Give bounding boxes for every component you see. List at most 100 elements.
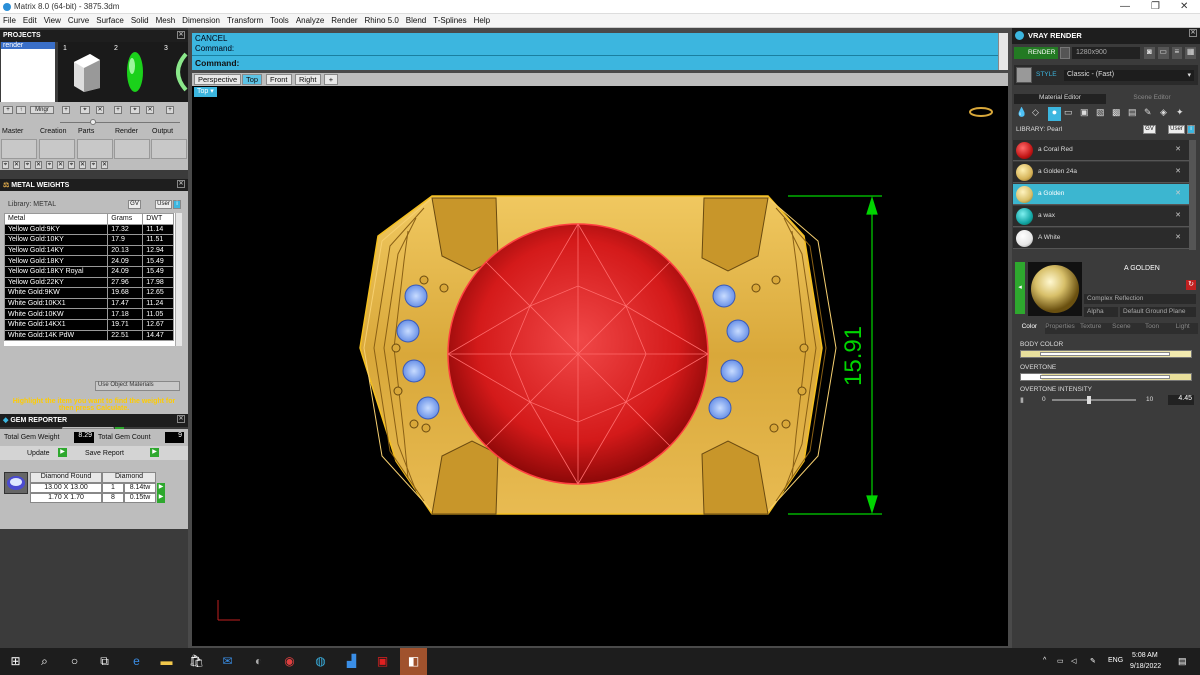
delete-icon[interactable]: ✕ [96,106,104,114]
menu-curve[interactable]: Curve [68,16,89,25]
close-icon[interactable]: ✕ [1175,167,1181,175]
image-icon[interactable]: ▤ [1128,107,1141,121]
add-thumb-icon[interactable]: + [166,106,174,114]
delete-icon[interactable]: ✕ [57,161,64,169]
tab-render[interactable]: Render [115,128,138,135]
tab-right[interactable]: Right [295,74,321,85]
splitter[interactable] [0,118,188,128]
tray-chevron-icon[interactable]: ^ [1043,657,1046,664]
drop-icon[interactable]: 💧 [1016,107,1029,121]
add-project-icon[interactable]: + [3,106,13,114]
table-row[interactable]: White Gold:9KW 19.68 12.65 [4,287,174,299]
close-icon[interactable]: ✕ [177,415,185,423]
play-icon[interactable]: ▶ [58,448,67,457]
ground-plane-dropdown[interactable]: Default Ground Plane [1120,307,1196,317]
material-item[interactable]: a Coral Red ✕ [1013,140,1189,161]
table-scrollbar[interactable] [175,213,182,346]
render-button[interactable]: RENDER [1014,47,1058,59]
file-explorer-icon[interactable]: ▬ [159,654,174,669]
close-icon[interactable]: ✕ [1189,29,1197,37]
pin-icon[interactable]: ⌖ [80,106,90,114]
material-list-scrollbar[interactable] [1189,140,1196,250]
user-toggle[interactable]: User [1168,125,1185,134]
table-row[interactable]: White Gold:14KX1 19.71 12.67 [4,318,174,331]
flat-icon[interactable]: ▭ [1064,107,1077,121]
menu-file[interactable]: File [3,16,16,25]
gem-count[interactable]: 1 [102,483,124,493]
clock-date[interactable]: 9/18/2022 [1130,663,1161,670]
reflection-dropdown[interactable]: Complex Reflection [1084,294,1196,304]
notification-icon[interactable]: ▤ [1178,656,1187,667]
menu-help[interactable]: Help [474,16,490,25]
start-icon[interactable]: ⊞ [8,654,23,669]
menu-rhino[interactable]: Rhino 5.0 [365,16,399,25]
table-row[interactable]: Yellow Gold:18KY 24.09 15.49 [4,255,174,267]
menu-mesh[interactable]: Mesh [156,16,176,25]
clock-time[interactable]: 5:08 AM [1132,652,1158,659]
table-row[interactable]: White Gold:10KW 17.18 11.05 [4,308,174,320]
delete-icon[interactable]: ✕ [79,161,86,169]
tab-scene-editor[interactable]: Scene Editor [1106,94,1198,104]
bulb-icon[interactable]: ✦ [1176,107,1189,121]
material-item-selected[interactable]: a Golden ✕ [1013,184,1189,205]
project-item[interactable]: render [1,42,55,49]
gv-toggle[interactable]: GV [128,200,141,209]
render-settings-icon[interactable] [1060,47,1070,59]
camera-icon[interactable]: ◙ [1144,47,1155,59]
tab-material-editor[interactable]: Material Editor [1014,94,1106,104]
menu-analyze[interactable]: Analyze [296,16,324,25]
tab-color[interactable]: Color [1014,323,1045,334]
pin-icon[interactable]: ⌖ [2,161,9,169]
minimize-button[interactable]: — [1120,1,1130,12]
delete-icon[interactable]: ✕ [101,161,108,169]
square-icon[interactable]: ▣ [1080,107,1093,121]
menu-tsplines[interactable]: T-Splines [433,16,466,25]
tab-toon[interactable]: Toon [1137,323,1168,334]
menu-render[interactable]: Render [331,16,357,25]
cortana-icon[interactable]: ○ [67,654,82,669]
gem-size[interactable]: 13.00 X 13.00 [30,483,102,493]
close-icon[interactable]: ✕ [1175,189,1181,197]
refresh-icon[interactable]: ↻ [1186,280,1196,290]
delete-icon[interactable]: ✕ [13,161,20,169]
gem-count[interactable]: 8 [102,493,124,503]
command-scrollbar[interactable] [998,33,1008,70]
tab-perspective[interactable]: Perspective [194,74,242,85]
material-item[interactable]: A White ✕ [1013,228,1189,249]
material-item[interactable]: a wax ✕ [1013,206,1189,227]
gv-toggle[interactable]: GV [1143,125,1156,134]
pin-icon[interactable]: ⌖ [90,161,97,169]
menu-dimension[interactable]: Dimension [182,16,220,25]
fill-icon[interactable]: ◈ [1160,107,1173,121]
info-icon[interactable]: i [173,200,181,209]
tab-output[interactable]: Output [152,128,173,135]
menu-transform[interactable]: Transform [227,16,263,25]
close-button[interactable]: ✕ [1180,1,1188,12]
update-button[interactable]: Update [27,450,50,457]
table-row[interactable]: Yellow Gold:9KY 17.32 11.14 [4,223,174,236]
restore-button[interactable]: ❐ [1151,1,1160,12]
table-row[interactable]: Yellow Gold:22KY 27.96 17.98 [4,276,174,289]
gem-weight[interactable]: 0.15tw [124,493,156,503]
pin-icon[interactable]: ⌖ [68,161,75,169]
store-icon[interactable]: 🛍 [189,654,204,669]
close-icon[interactable]: ✕ [1175,145,1181,153]
language-indicator[interactable]: ENG [1108,657,1123,664]
search-icon[interactable]: ⌕ [37,654,52,669]
tab-scene[interactable]: Scene [1106,323,1137,334]
project-thumb-box[interactable] [70,50,104,94]
viewport[interactable]: Top ▾ 15.91 [192,86,1008,646]
ring-model[interactable] [192,86,1008,646]
close-icon[interactable]: ✕ [177,180,185,188]
edge-icon[interactable]: e [129,654,144,669]
menu-solid[interactable]: Solid [131,16,149,25]
play-icon[interactable]: ▶ [150,448,159,457]
play-icon[interactable]: ▶ [157,493,165,503]
menu-edit[interactable]: Edit [23,16,37,25]
user-toggle[interactable]: User [155,200,172,209]
style-dropdown[interactable]: Classic - (Fast) ▾ [1064,70,1194,81]
close-icon[interactable]: ✕ [177,31,185,39]
expand-icon[interactable]: ◂ [1015,262,1025,314]
alpha-field[interactable]: Alpha [1084,307,1118,317]
manager-button[interactable]: Mngr [30,106,54,114]
